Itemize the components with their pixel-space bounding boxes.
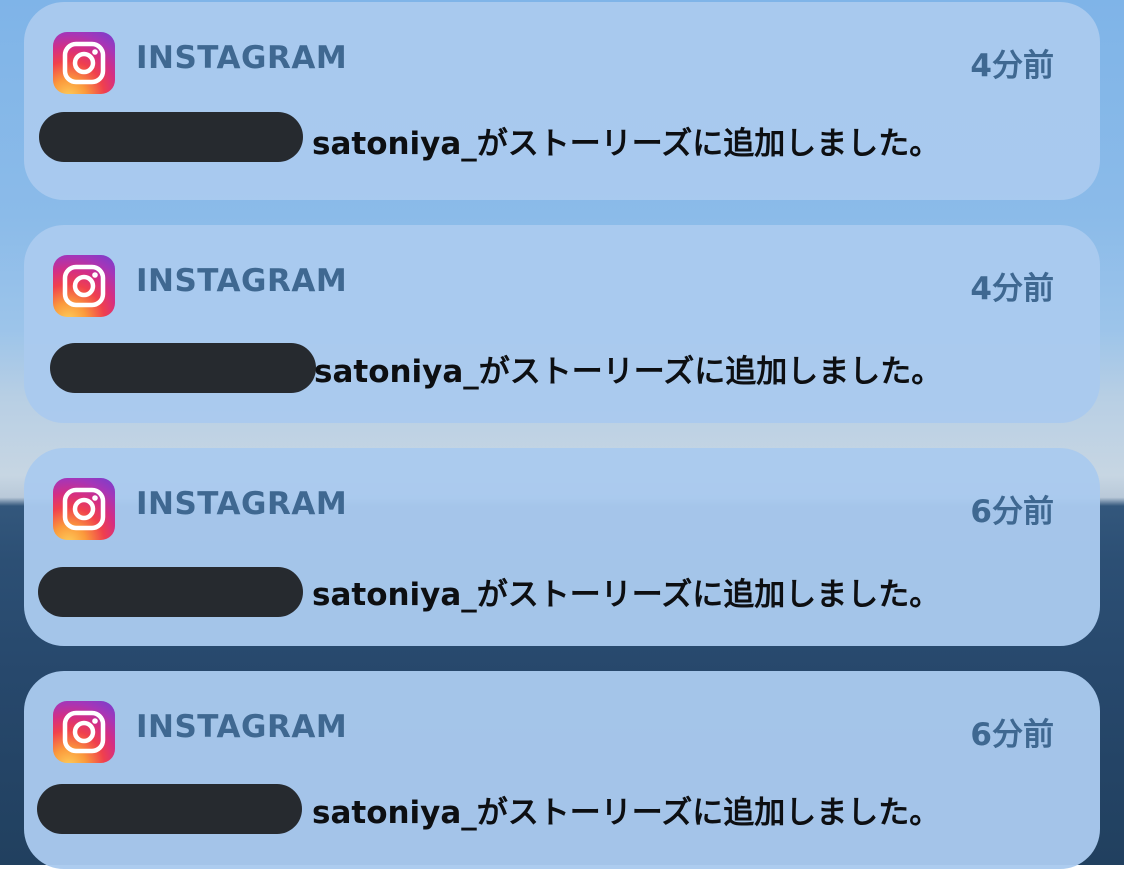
redacted-username — [39, 112, 303, 162]
notification-time: 6分前 — [970, 717, 1054, 753]
redacted-username — [38, 567, 303, 617]
notification-time: 6分前 — [970, 494, 1054, 530]
notification-message: satoniya_がストーリーズに追加しました。 — [312, 126, 941, 162]
redacted-username — [37, 784, 302, 834]
instagram-icon — [53, 478, 115, 540]
app-name: INSTAGRAM — [136, 486, 348, 522]
notification-card[interactable]: INSTAGRAM 6分前 satoniya_がストーリーズに追加しました。 — [24, 448, 1100, 646]
notification-card[interactable]: INSTAGRAM 6分前 satoniya_がストーリーズに追加しました。 — [24, 671, 1100, 869]
notification-card[interactable]: INSTAGRAM 4分前 satoniya_がストーリーズに追加しました。 — [24, 2, 1100, 200]
notification-time: 4分前 — [970, 48, 1054, 84]
instagram-icon — [53, 701, 115, 763]
redacted-username — [50, 343, 316, 393]
app-name: INSTAGRAM — [136, 709, 348, 745]
notification-time: 4分前 — [970, 271, 1054, 307]
notification-message: satoniya_がストーリーズに追加しました。 — [312, 577, 941, 613]
notification-message: satoniya_がストーリーズに追加しました。 — [312, 795, 941, 831]
app-name: INSTAGRAM — [136, 40, 348, 76]
instagram-icon — [53, 255, 115, 317]
instagram-icon — [53, 32, 115, 94]
app-name: INSTAGRAM — [136, 263, 348, 299]
notification-message: satoniya_がストーリーズに追加しました。 — [314, 354, 943, 390]
notification-card[interactable]: INSTAGRAM 4分前 satoniya_がストーリーズに追加しました。 — [24, 225, 1100, 423]
